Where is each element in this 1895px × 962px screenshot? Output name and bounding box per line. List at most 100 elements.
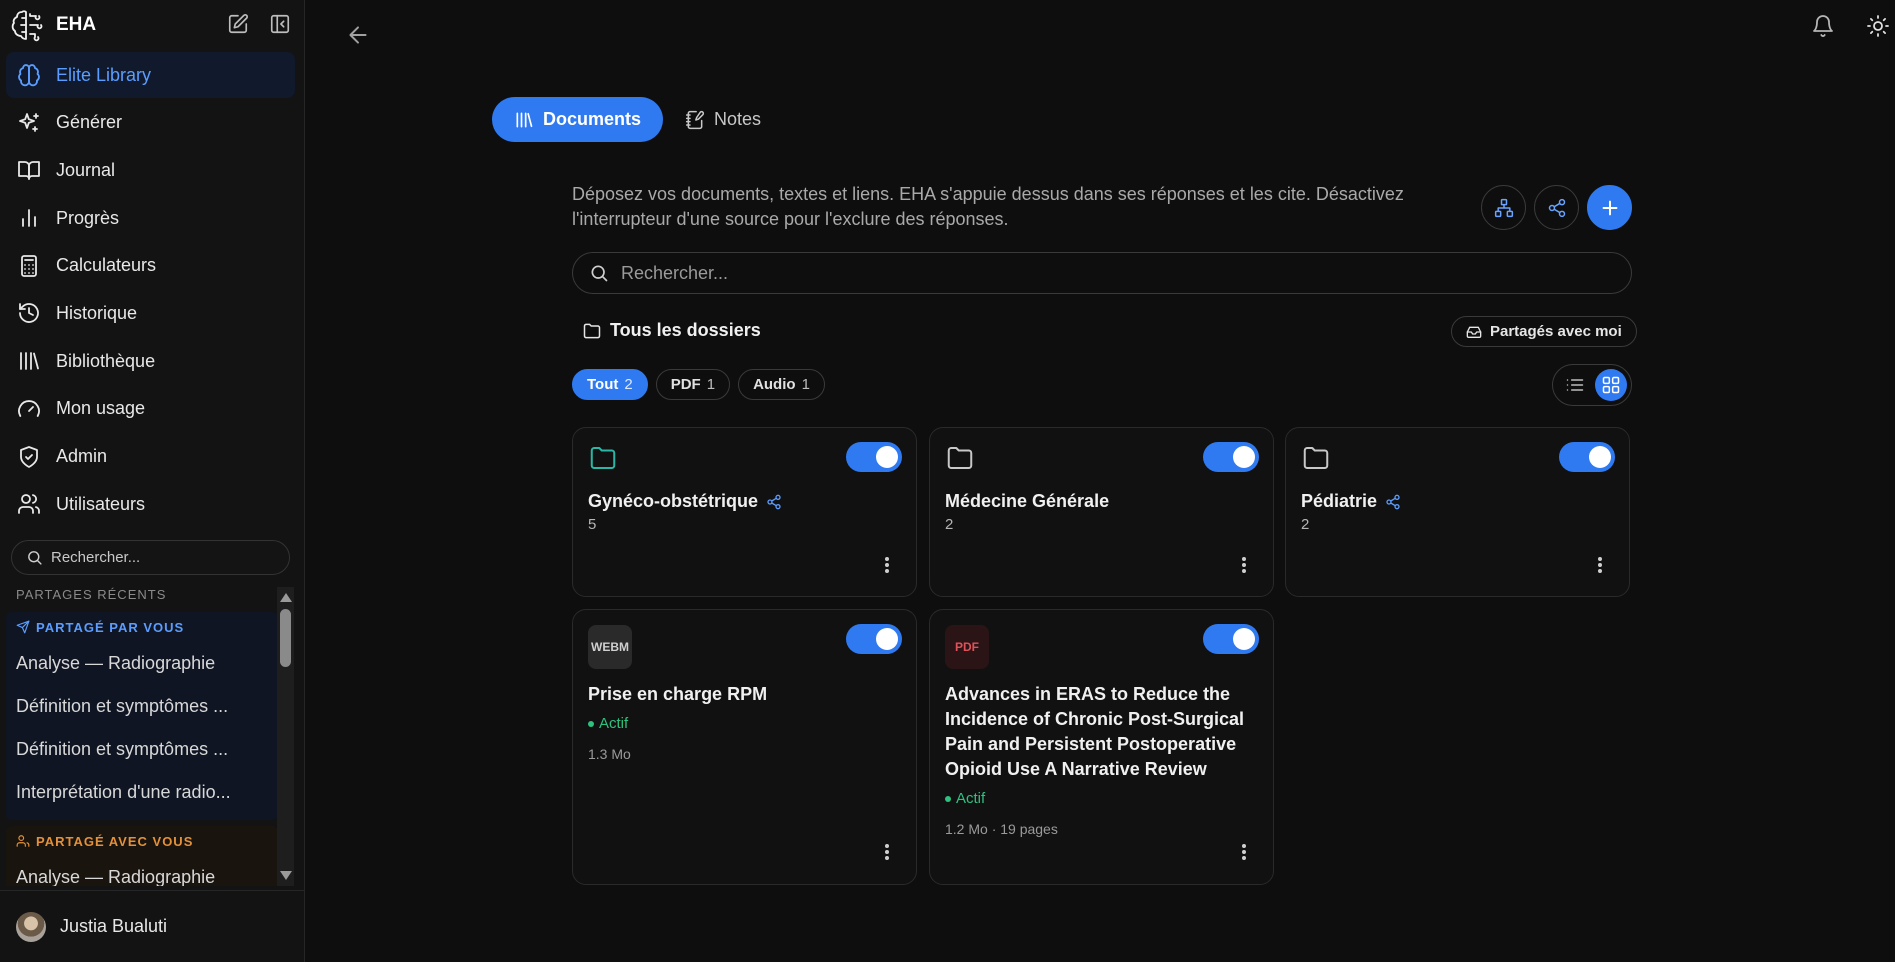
more-options-icon[interactable]	[882, 841, 892, 863]
plus-icon	[1599, 197, 1621, 219]
filter-count: 2	[624, 376, 633, 393]
recent-shares-title: PARTAGES RÉCENTS	[16, 587, 167, 602]
new-chat-icon[interactable]	[226, 12, 250, 36]
source-toggle[interactable]	[846, 442, 902, 472]
filter-label: PDF	[670, 376, 701, 393]
sidebar-item-journal[interactable]: Journal	[6, 147, 295, 193]
sidebar-item-progres[interactable]: Progrès	[6, 195, 295, 241]
search-icon	[26, 549, 43, 566]
list-view-button[interactable]	[1559, 369, 1591, 401]
users-icon	[16, 834, 30, 848]
file-card[interactable]: WEBM Prise en charge RPM Actif 1.3 Mo	[572, 609, 917, 885]
sidebar-item-mon-usage[interactable]: Mon usage	[6, 386, 295, 432]
filter-count: 1	[801, 376, 810, 393]
sidebar-item-admin[interactable]: Admin	[6, 434, 295, 480]
tab-label: Notes	[714, 109, 762, 129]
tab-label: Documents	[543, 109, 642, 129]
brand[interactable]: EHA	[10, 8, 96, 42]
folder-title: Médecine Générale	[945, 491, 1109, 512]
library-search-input[interactable]	[621, 262, 1571, 284]
source-toggle[interactable]	[1203, 442, 1259, 472]
sidebar: EHA Elite Library Générer Journal Progrè…	[0, 0, 305, 962]
sparkles-icon	[16, 110, 42, 136]
share-button[interactable]	[1534, 185, 1579, 230]
sidebar-item-generer[interactable]: Générer	[6, 100, 295, 146]
filter-all[interactable]: Tout 2	[572, 369, 648, 400]
shared-by-you-header: PARTAGÉ PAR VOUS	[6, 612, 278, 642]
recent-share-item[interactable]: Définition et symptômes ...	[6, 685, 278, 728]
add-source-button[interactable]	[1587, 185, 1632, 230]
share-icon	[1385, 494, 1401, 510]
folder-card[interactable]: Médecine Générale 2	[929, 427, 1274, 597]
tab-documents[interactable]: Documents	[492, 97, 664, 142]
scroll-down-arrow-icon[interactable]	[280, 871, 292, 880]
file-card[interactable]: PDF Advances in ERAS to Reduce the Incid…	[929, 609, 1274, 885]
file-title: Prise en charge RPM	[588, 684, 768, 704]
view-toggle	[1552, 364, 1632, 406]
sitemap-icon	[1494, 198, 1514, 218]
folder-name: Pédiatrie	[1301, 491, 1378, 511]
brand-actions	[226, 12, 292, 36]
folder-name: Gynéco-obstétrique	[588, 491, 759, 511]
shared-with-me-button[interactable]: Partagés avec moi	[1451, 316, 1637, 347]
recent-share-item[interactable]: Analyse — Radiographie	[6, 642, 278, 685]
back-arrow-icon[interactable]	[345, 22, 371, 48]
sidebar-item-calculateurs[interactable]: Calculateurs	[6, 243, 295, 289]
brand-name: EHA	[56, 14, 97, 35]
shield-check-icon	[16, 444, 42, 470]
sidebar-item-label: Générer	[56, 112, 123, 133]
sun-icon[interactable]	[1866, 14, 1890, 38]
scroll-up-arrow-icon[interactable]	[280, 593, 292, 602]
more-options-icon[interactable]	[882, 554, 892, 576]
recent-scrollbar[interactable]	[277, 587, 294, 886]
sidebar-item-label: Utilisateurs	[56, 493, 146, 514]
user-profile[interactable]: Justia Bualuti	[0, 890, 304, 962]
folder-card[interactable]: Pédiatrie 2	[1285, 427, 1630, 597]
calculator-icon	[16, 253, 42, 279]
book-open-icon	[16, 157, 42, 183]
collapse-sidebar-icon[interactable]	[268, 12, 292, 36]
filter-label: Tout	[587, 376, 619, 393]
library-icon	[16, 348, 42, 374]
share-icon	[1547, 198, 1567, 218]
grid-icon	[1601, 375, 1621, 395]
folder-count: 2	[945, 516, 954, 533]
filter-audio[interactable]: Audio 1	[738, 369, 825, 400]
bell-icon[interactable]	[1811, 14, 1835, 38]
users-icon	[16, 491, 42, 517]
more-options-icon[interactable]	[1239, 841, 1249, 863]
filter-pdf[interactable]: PDF 1	[655, 369, 731, 400]
filter-label: Audio	[753, 376, 796, 393]
shared-with-you-title: PARTAGÉ AVEC VOUS	[36, 833, 194, 849]
recent-share-item[interactable]: Interprétation d'une radio...	[6, 771, 278, 814]
more-options-icon[interactable]	[1239, 554, 1249, 576]
sidebar-item-elite-library[interactable]: Elite Library	[6, 52, 295, 98]
hierarchy-button[interactable]	[1481, 185, 1526, 230]
sidebar-item-label: Calculateurs	[56, 255, 157, 276]
user-name: Justia Bualuti	[60, 916, 168, 936]
folder-card[interactable]: Gynéco-obstétrique 5	[572, 427, 917, 597]
library-tabs: Documents Notes	[492, 97, 783, 142]
folder-icon	[1300, 443, 1332, 473]
notebook-pen-icon	[685, 110, 705, 130]
source-toggle[interactable]	[1559, 442, 1615, 472]
library-search	[572, 252, 1632, 294]
sidebar-item-utilisateurs[interactable]: Utilisateurs	[6, 481, 295, 527]
all-folders-breadcrumb[interactable]: Tous les dossiers	[582, 320, 761, 341]
source-toggle[interactable]	[846, 624, 902, 654]
tab-notes[interactable]: Notes	[681, 97, 783, 142]
library-actions	[1481, 185, 1632, 230]
recent-share-item[interactable]: Analyse — Radiographie	[6, 856, 278, 886]
sidebar-item-historique[interactable]: Historique	[6, 290, 295, 336]
sidebar-item-bibliotheque[interactable]: Bibliothèque	[6, 338, 295, 384]
scroll-thumb[interactable]	[280, 609, 291, 667]
folder-count: 2	[1301, 516, 1310, 533]
source-toggle[interactable]	[1203, 624, 1259, 654]
sidebar-search-input[interactable]	[51, 549, 271, 566]
shared-by-you-group: PARTAGÉ PAR VOUS Analyse — Radiographie …	[6, 612, 278, 820]
status-dot-icon	[588, 720, 594, 727]
more-options-icon[interactable]	[1595, 554, 1605, 576]
recent-share-item[interactable]: Définition et symptômes ...	[6, 728, 278, 771]
grid-view-button[interactable]	[1595, 369, 1627, 401]
search-icon	[589, 263, 609, 283]
